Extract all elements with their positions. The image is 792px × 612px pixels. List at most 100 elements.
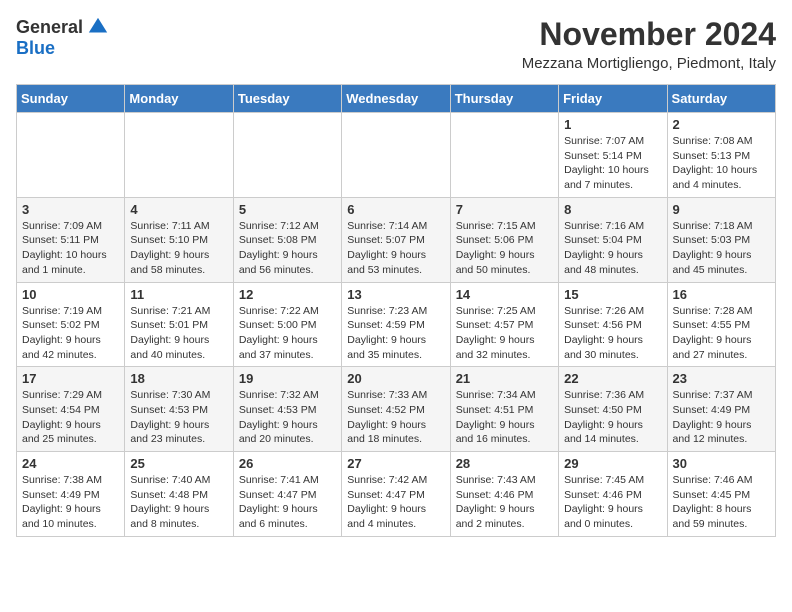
day-of-week-header: Tuesday <box>233 85 341 113</box>
calendar-cell <box>17 113 125 198</box>
location-subtitle: Mezzana Mortigliengo, Piedmont, Italy <box>522 55 776 72</box>
day-info: Sunrise: 7:25 AM Sunset: 4:57 PM Dayligh… <box>456 304 553 363</box>
day-number: 9 <box>673 202 770 217</box>
day-info: Sunrise: 7:38 AM Sunset: 4:49 PM Dayligh… <box>22 473 119 532</box>
day-info: Sunrise: 7:40 AM Sunset: 4:48 PM Dayligh… <box>130 473 227 532</box>
calendar-cell: 21Sunrise: 7:34 AM Sunset: 4:51 PM Dayli… <box>450 367 558 452</box>
day-info: Sunrise: 7:46 AM Sunset: 4:45 PM Dayligh… <box>673 473 770 532</box>
day-of-week-header: Thursday <box>450 85 558 113</box>
day-number: 26 <box>239 456 336 471</box>
logo-general-text: General <box>16 17 83 38</box>
calendar-cell: 13Sunrise: 7:23 AM Sunset: 4:59 PM Dayli… <box>342 282 450 367</box>
calendar-cell <box>125 113 233 198</box>
day-number: 3 <box>22 202 119 217</box>
day-info: Sunrise: 7:14 AM Sunset: 5:07 PM Dayligh… <box>347 219 444 278</box>
day-info: Sunrise: 7:29 AM Sunset: 4:54 PM Dayligh… <box>22 388 119 447</box>
calendar-cell: 14Sunrise: 7:25 AM Sunset: 4:57 PM Dayli… <box>450 282 558 367</box>
day-number: 25 <box>130 456 227 471</box>
calendar-week-row: 3 Sunrise: 7:09 AM Sunset: 5:11 PM Daylig… <box>17 197 776 282</box>
day-number: 15 <box>564 287 661 302</box>
calendar-cell: 4 Sunrise: 7:11 AM Sunset: 5:10 PM Daylig… <box>125 197 233 282</box>
day-number: 2 <box>673 117 770 132</box>
day-info: Sunrise: 7:08 AM Sunset: 5:13 PM Dayligh… <box>673 134 770 193</box>
day-number: 27 <box>347 456 444 471</box>
day-info: Sunrise: 7:43 AM Sunset: 4:46 PM Dayligh… <box>456 473 553 532</box>
logo-blue-text: Blue <box>16 38 55 59</box>
calendar-week-row: 1Sunrise: 7:07 AM Sunset: 5:14 PM Daylig… <box>17 113 776 198</box>
calendar-cell: 20Sunrise: 7:33 AM Sunset: 4:52 PM Dayli… <box>342 367 450 452</box>
calendar-cell: 28 Sunrise: 7:43 AM Sunset: 4:46 PM Dayli… <box>450 452 558 537</box>
day-info: Sunrise: 7:19 AM Sunset: 5:02 PM Dayligh… <box>22 304 119 363</box>
day-info: Sunrise: 7:26 AM Sunset: 4:56 PM Dayligh… <box>564 304 661 363</box>
calendar-cell: 16 Sunrise: 7:28 AM Sunset: 4:55 PM Dayli… <box>667 282 775 367</box>
day-number: 12 <box>239 287 336 302</box>
day-info: Sunrise: 7:36 AM Sunset: 4:50 PM Dayligh… <box>564 388 661 447</box>
day-of-week-header: Monday <box>125 85 233 113</box>
calendar-table: SundayMondayTuesdayWednesdayThursdayFrid… <box>16 84 776 537</box>
day-number: 10 <box>22 287 119 302</box>
day-number: 8 <box>564 202 661 217</box>
day-info: Sunrise: 7:07 AM Sunset: 5:14 PM Dayligh… <box>564 134 661 193</box>
day-number: 18 <box>130 371 227 386</box>
day-number: 23 <box>673 371 770 386</box>
calendar-cell: 18Sunrise: 7:30 AM Sunset: 4:53 PM Dayli… <box>125 367 233 452</box>
day-number: 16 <box>673 287 770 302</box>
calendar-header-row: SundayMondayTuesdayWednesdayThursdayFrid… <box>17 85 776 113</box>
calendar-cell: 27 Sunrise: 7:42 AM Sunset: 4:47 PM Dayli… <box>342 452 450 537</box>
calendar-cell: 1Sunrise: 7:07 AM Sunset: 5:14 PM Daylig… <box>559 113 667 198</box>
day-info: Sunrise: 7:22 AM Sunset: 5:00 PM Dayligh… <box>239 304 336 363</box>
day-info: Sunrise: 7:09 AM Sunset: 5:11 PM Dayligh… <box>22 219 119 278</box>
day-number: 28 <box>456 456 553 471</box>
calendar-cell <box>233 113 341 198</box>
day-number: 30 <box>673 456 770 471</box>
day-number: 13 <box>347 287 444 302</box>
day-info: Sunrise: 7:15 AM Sunset: 5:06 PM Dayligh… <box>456 219 553 278</box>
day-info: Sunrise: 7:11 AM Sunset: 5:10 PM Dayligh… <box>130 219 227 278</box>
day-info: Sunrise: 7:42 AM Sunset: 4:47 PM Dayligh… <box>347 473 444 532</box>
day-info: Sunrise: 7:18 AM Sunset: 5:03 PM Dayligh… <box>673 219 770 278</box>
day-info: Sunrise: 7:45 AM Sunset: 4:46 PM Dayligh… <box>564 473 661 532</box>
calendar-cell: 8 Sunrise: 7:16 AM Sunset: 5:04 PM Daylig… <box>559 197 667 282</box>
calendar-cell: 6 Sunrise: 7:14 AM Sunset: 5:07 PM Daylig… <box>342 197 450 282</box>
day-info: Sunrise: 7:28 AM Sunset: 4:55 PM Dayligh… <box>673 304 770 363</box>
calendar-week-row: 24 Sunrise: 7:38 AM Sunset: 4:49 PM Dayli… <box>17 452 776 537</box>
day-of-week-header: Friday <box>559 85 667 113</box>
calendar-cell: 17Sunrise: 7:29 AM Sunset: 4:54 PM Dayli… <box>17 367 125 452</box>
calendar-week-row: 10 Sunrise: 7:19 AM Sunset: 5:02 PM Dayli… <box>17 282 776 367</box>
day-number: 11 <box>130 287 227 302</box>
calendar-cell: 10 Sunrise: 7:19 AM Sunset: 5:02 PM Dayli… <box>17 282 125 367</box>
calendar-cell: 19Sunrise: 7:32 AM Sunset: 4:53 PM Dayli… <box>233 367 341 452</box>
calendar-cell: 12 Sunrise: 7:22 AM Sunset: 5:00 PM Dayli… <box>233 282 341 367</box>
calendar-cell: 24 Sunrise: 7:38 AM Sunset: 4:49 PM Dayli… <box>17 452 125 537</box>
calendar-cell <box>450 113 558 198</box>
day-info: Sunrise: 7:37 AM Sunset: 4:49 PM Dayligh… <box>673 388 770 447</box>
day-number: 22 <box>564 371 661 386</box>
calendar-cell: 15 Sunrise: 7:26 AM Sunset: 4:56 PM Dayli… <box>559 282 667 367</box>
calendar-cell: 29 Sunrise: 7:45 AM Sunset: 4:46 PM Dayli… <box>559 452 667 537</box>
calendar-cell: 30 Sunrise: 7:46 AM Sunset: 4:45 PM Dayli… <box>667 452 775 537</box>
calendar-body: 1Sunrise: 7:07 AM Sunset: 5:14 PM Daylig… <box>17 113 776 537</box>
day-number: 6 <box>347 202 444 217</box>
calendar-cell: 26 Sunrise: 7:41 AM Sunset: 4:47 PM Dayli… <box>233 452 341 537</box>
calendar-week-row: 17Sunrise: 7:29 AM Sunset: 4:54 PM Dayli… <box>17 367 776 452</box>
day-info: Sunrise: 7:32 AM Sunset: 4:53 PM Dayligh… <box>239 388 336 447</box>
calendar-cell: 2 Sunrise: 7:08 AM Sunset: 5:13 PM Daylig… <box>667 113 775 198</box>
logo: General Blue <box>16 16 109 59</box>
day-number: 4 <box>130 202 227 217</box>
day-number: 24 <box>22 456 119 471</box>
day-of-week-header: Sunday <box>17 85 125 113</box>
title-area: November 2024 Mezzana Mortigliengo, Pied… <box>522 16 776 72</box>
day-info: Sunrise: 7:21 AM Sunset: 5:01 PM Dayligh… <box>130 304 227 363</box>
header: General Blue November 2024 Mezzana Morti… <box>16 16 776 72</box>
logo-icon <box>87 16 109 38</box>
calendar-cell: 23 Sunrise: 7:37 AM Sunset: 4:49 PM Dayli… <box>667 367 775 452</box>
calendar-cell: 9 Sunrise: 7:18 AM Sunset: 5:03 PM Daylig… <box>667 197 775 282</box>
day-number: 7 <box>456 202 553 217</box>
day-number: 29 <box>564 456 661 471</box>
calendar-cell: 11 Sunrise: 7:21 AM Sunset: 5:01 PM Dayli… <box>125 282 233 367</box>
day-info: Sunrise: 7:16 AM Sunset: 5:04 PM Dayligh… <box>564 219 661 278</box>
calendar-cell <box>342 113 450 198</box>
day-info: Sunrise: 7:12 AM Sunset: 5:08 PM Dayligh… <box>239 219 336 278</box>
day-number: 21 <box>456 371 553 386</box>
day-info: Sunrise: 7:41 AM Sunset: 4:47 PM Dayligh… <box>239 473 336 532</box>
